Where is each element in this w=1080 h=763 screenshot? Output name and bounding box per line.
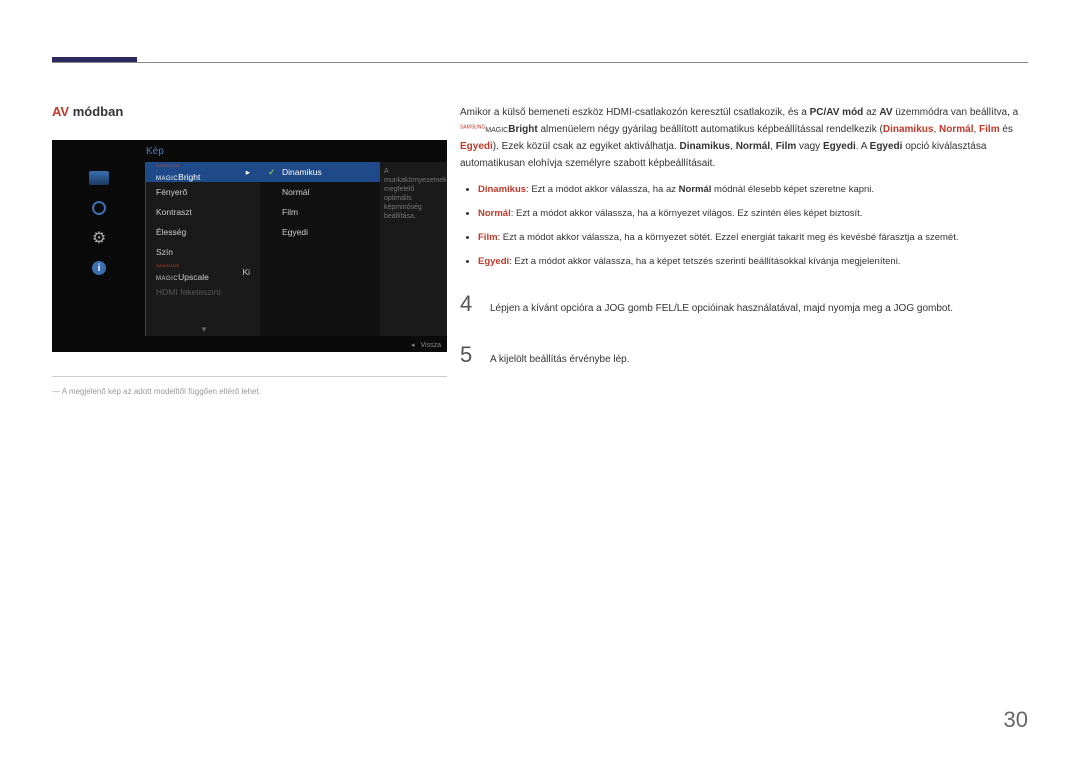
menu-item-magicbright[interactable]: SAMSUNGMAGICBright ▸ — [146, 162, 260, 182]
section-title-rest: módban — [69, 104, 123, 119]
submenu-normal[interactable]: Normál — [260, 182, 380, 202]
nav-left-icon: ◂ — [411, 341, 415, 349]
menu-item-fenyero[interactable]: Fényerő — [146, 182, 260, 202]
osd-sidebar: ⚙ i — [52, 162, 146, 336]
scroll-down-icon: ▼ — [200, 325, 208, 334]
info-icon: i — [89, 260, 109, 276]
submenu-egyedi[interactable]: Egyedi — [260, 222, 380, 242]
bullet-egyedi: Egyedi: Ezt a módot akkor válassza, ha a… — [478, 254, 1026, 270]
target-icon — [89, 200, 109, 216]
osd-footer: ◂ Vissza — [52, 338, 447, 352]
menu-label: SAMSUNGMAGICBright — [156, 162, 200, 182]
menu-item-magicupscale[interactable]: SAMSUNGMAGICUpscale Ki — [146, 262, 260, 282]
step-number: 5 — [460, 336, 476, 373]
footnote: ― A megjelenő kép az adott modelltől füg… — [52, 376, 447, 396]
osd-submenu-column: Dinamikus Normál Film Egyedi — [260, 162, 380, 336]
footer-back-label: Vissza — [421, 342, 442, 349]
menu-item-elesseg[interactable]: Élesség — [146, 222, 260, 242]
submenu-film[interactable]: Film — [260, 202, 380, 222]
menu-item-kontraszt[interactable]: Kontraszt — [146, 202, 260, 222]
osd-title: Kép — [146, 146, 164, 157]
bullet-film: Film: Ezt a módot akkor válassza, ha a k… — [478, 230, 1026, 246]
menu-value: Ki — [242, 267, 250, 277]
step-text: Lépjen a kívánt opcióra a JOG gomb FEL/L… — [490, 300, 953, 317]
menu-item-szin[interactable]: Szín — [146, 242, 260, 262]
section-title: AV módban — [52, 104, 123, 119]
monitor-icon — [89, 170, 109, 186]
content-column: Amikor a külső bemeneti eszköz HDMI-csat… — [460, 104, 1026, 387]
header-divider — [52, 62, 1028, 64]
page-number: 30 — [1004, 707, 1028, 733]
gear-icon: ⚙ — [89, 230, 109, 246]
osd-screenshot: Kép ⚙ i SAMSUNGMAGICBright ▸ Fényerő Kon… — [52, 140, 447, 352]
step-number: 4 — [460, 285, 476, 322]
chevron-right-icon: ▸ — [246, 167, 250, 178]
section-title-highlight: AV — [52, 104, 69, 119]
submenu-dinamikus[interactable]: Dinamikus — [260, 162, 380, 182]
step-4: 4 Lépjen a kívánt opcióra a JOG gomb FEL… — [460, 285, 1026, 322]
step-text: A kijelölt beállítás érvénybe lép. — [490, 351, 630, 368]
osd-menu-column: SAMSUNGMAGICBright ▸ Fényerő Kontraszt É… — [146, 162, 260, 336]
menu-item-hdmi: HDMI feketeszint — [146, 282, 260, 302]
step-5: 5 A kijelölt beállítás érvénybe lép. — [460, 336, 1026, 373]
bullet-normal: Normál: Ezt a módot akkor válassza, ha a… — [478, 206, 1026, 222]
mode-bullet-list: Dinamikus: Ezt a módot akkor válassza, h… — [478, 182, 1026, 271]
bullet-dinamikus: Dinamikus: Ezt a módot akkor válassza, h… — [478, 182, 1026, 198]
osd-description: A munkakörnyezetnek megfelelő optimális … — [380, 162, 447, 336]
menu-label: SAMSUNGMAGICUpscale — [156, 262, 209, 282]
intro-paragraph: Amikor a külső bemeneti eszköz HDMI-csat… — [460, 104, 1026, 172]
